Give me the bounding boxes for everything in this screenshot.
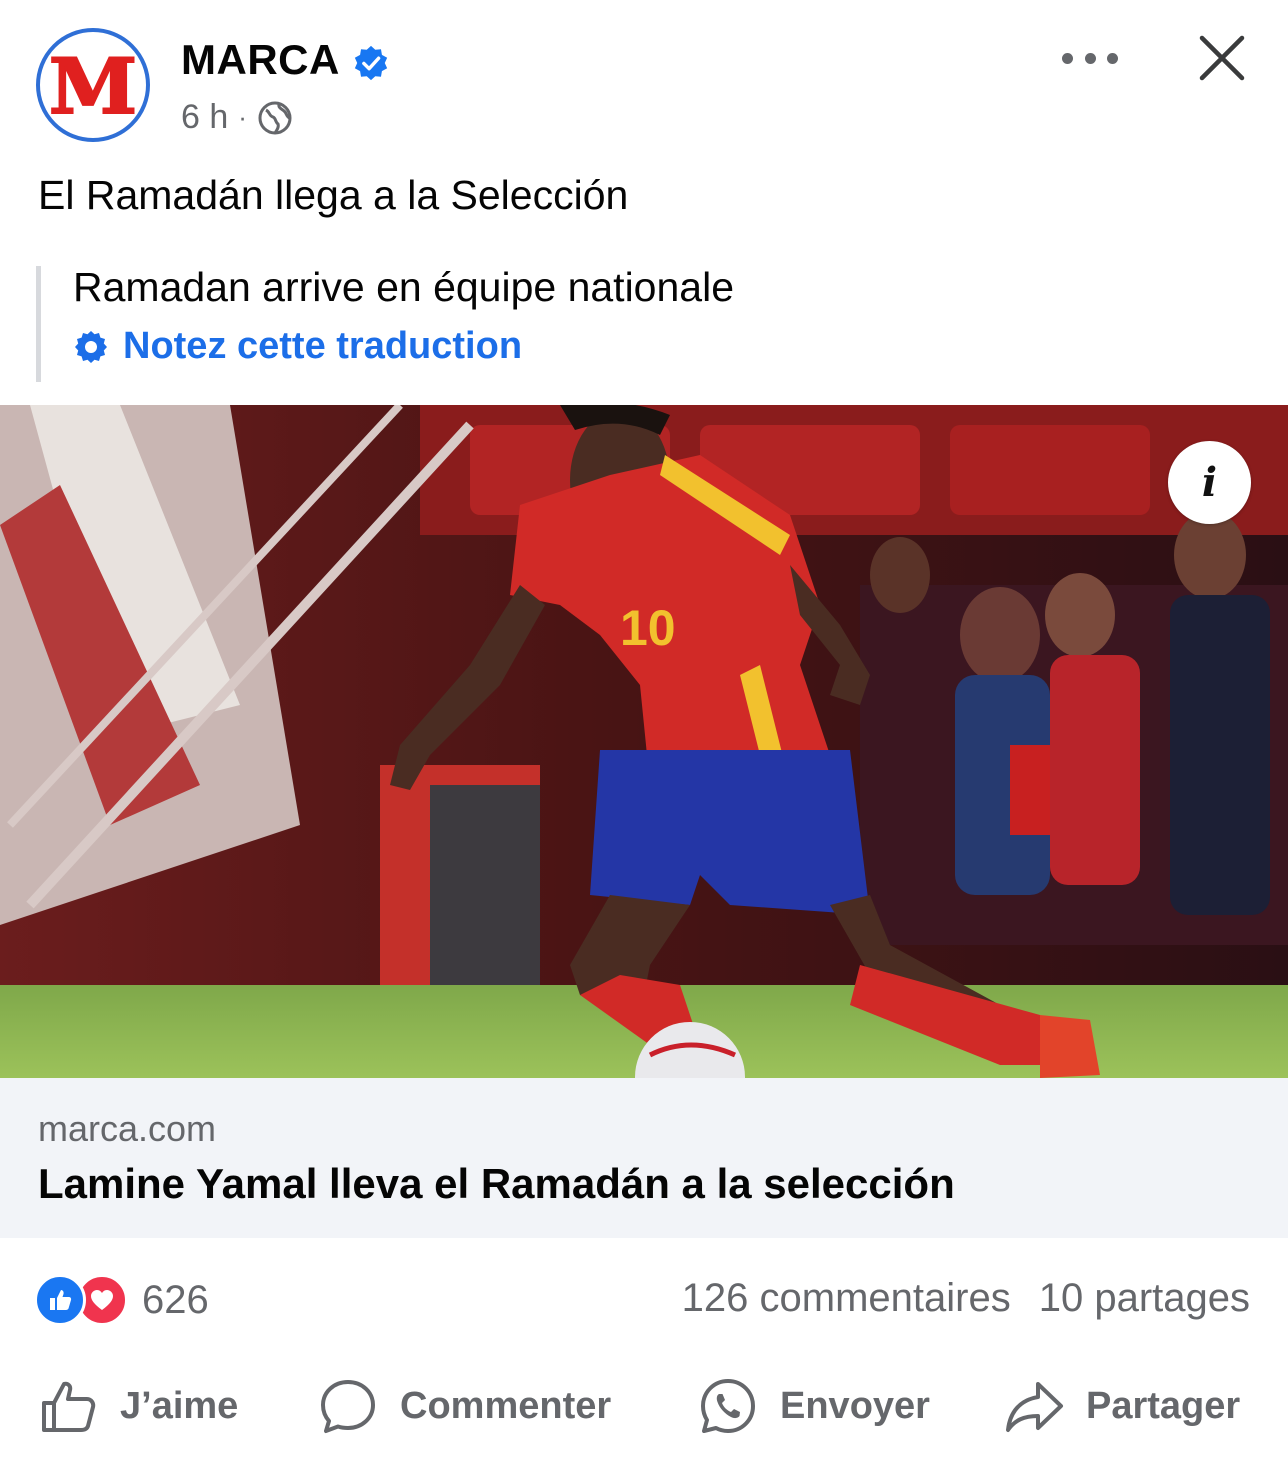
page-avatar[interactable]: M <box>36 28 150 142</box>
link-headline[interactable]: Lamine Yamal lleva el Ramadán a la selec… <box>38 1160 955 1208</box>
comment-button[interactable]: Commenter <box>318 1368 611 1444</box>
share-label: Partager <box>1086 1384 1241 1427</box>
rate-translation-link[interactable]: Notez cette traduction <box>73 325 522 368</box>
comment-label: Commenter <box>400 1384 612 1427</box>
link-domain: marca.com <box>38 1108 217 1149</box>
share-icon <box>1006 1382 1063 1432</box>
like-label: J’aime <box>120 1384 239 1427</box>
shares-count[interactable]: 10 partages <box>1039 1276 1250 1321</box>
translation-divider <box>36 266 41 382</box>
player-photo-illustration: 10 <box>0 405 1288 1078</box>
marca-logo: M <box>48 42 138 131</box>
send-button[interactable]: Envoyer <box>698 1368 930 1444</box>
share-button[interactable]: Partager <box>1004 1368 1240 1444</box>
close-icon[interactable] <box>1196 32 1248 84</box>
comment-icon <box>321 1380 375 1433</box>
more-options-icon[interactable] <box>1062 38 1118 78</box>
info-glyph: i <box>1201 459 1218 506</box>
article-photo[interactable]: 10 <box>0 405 1288 1078</box>
post-text: El Ramadán llega a la Selección <box>38 172 629 218</box>
thumbs-up-icon <box>42 1381 96 1432</box>
rate-translation-label: Notez cette traduction <box>123 325 523 367</box>
reaction-summary[interactable]: 626 <box>34 1274 209 1326</box>
page-name[interactable]: MARCA <box>181 36 340 84</box>
link-preview-card[interactable] <box>0 1078 1288 1238</box>
post-meta: 6 h · <box>181 98 293 137</box>
action-bar: J’aime Commenter Envoyer Partager <box>0 1368 1288 1444</box>
svg-text:10: 10 <box>620 600 676 656</box>
engagement-stats: 126 commentaires 10 partages <box>682 1276 1250 1321</box>
meta-separator: · <box>238 102 247 132</box>
send-label: Envoyer <box>780 1384 930 1427</box>
verified-badge-icon <box>354 45 388 81</box>
globe-icon <box>258 101 292 134</box>
reaction-count: 626 <box>142 1277 209 1322</box>
post-time[interactable]: 6 h <box>181 98 228 137</box>
whatsapp-icon <box>701 1379 755 1433</box>
gear-icon <box>75 330 107 363</box>
like-reaction-icon <box>34 1274 86 1326</box>
info-icon[interactable]: i <box>1168 441 1251 524</box>
translated-text: Ramadan arrive en équipe nationale <box>73 264 735 310</box>
comments-count[interactable]: 126 commentaires <box>682 1276 1011 1321</box>
like-button[interactable]: J’aime <box>38 1368 238 1444</box>
